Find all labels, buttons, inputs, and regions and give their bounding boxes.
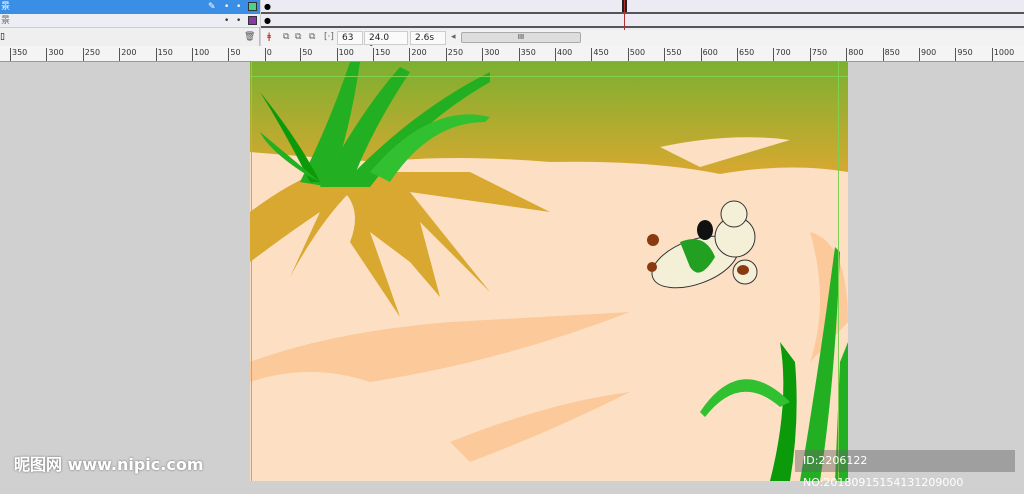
ruler-tick: 500 <box>627 48 645 61</box>
layers-panel: 景 ✎ • • 景 • • ▯ 🗑 <box>0 0 260 46</box>
frame-row-1[interactable]: ● <box>261 0 1024 14</box>
edit-multiple-icon[interactable]: ⧉ <box>309 32 315 42</box>
ruler-tick: 900 <box>919 48 936 61</box>
ruler-tick: 200 <box>119 48 136 61</box>
ruler-tick: 950 <box>955 48 973 61</box>
ruler-tick: 450 <box>591 48 609 61</box>
artwork <box>250 62 848 481</box>
frames-area[interactable]: ● ● <box>261 0 1024 30</box>
ruler-tick: 750 <box>809 48 827 61</box>
playhead-line <box>624 0 625 30</box>
ruler-tick: 550 <box>664 48 681 61</box>
trash-icon[interactable]: 🗑 <box>244 32 255 42</box>
layer-tools: ▯ 🗑 <box>0 30 260 46</box>
outline-color-swatch[interactable] <box>248 2 257 11</box>
layer-row-2[interactable]: 景 • • <box>0 14 260 28</box>
ruler-tick: 700 <box>773 48 791 61</box>
layer-row-1[interactable]: 景 ✎ • • <box>0 0 260 14</box>
layer-name: 景 <box>1 16 11 26</box>
ruler-tick: 300 <box>46 48 64 61</box>
horizontal-scrollbar[interactable]: III <box>461 32 581 43</box>
pencil-icon: ✎ <box>208 2 216 12</box>
ruler-tick: 250 <box>445 48 463 61</box>
ruler-tick: 650 <box>737 48 754 61</box>
lock-dot[interactable]: • <box>236 14 241 28</box>
timeline-controls: ǂ ⧉ ⧉ ⧉ [·] 63 24.0 fps 2.6s ◂ III <box>261 30 1024 55</box>
ruler-tick: 250 <box>82 48 100 61</box>
visibility-dot[interactable]: • <box>224 0 229 14</box>
onion-skin-icon[interactable]: ⧉ <box>283 32 289 42</box>
elapsed-time: 2.6s <box>410 31 446 45</box>
current-frame: 63 <box>337 31 363 45</box>
ruler-tick: 1000 <box>991 48 1014 61</box>
frame-row-2[interactable]: ● <box>261 14 1024 28</box>
visibility-dot[interactable]: • <box>224 14 229 28</box>
outline-color-swatch[interactable] <box>248 16 257 25</box>
layer-name: 景 <box>1 2 11 12</box>
folder-icon[interactable]: ▯ <box>0 32 5 42</box>
onion-outline-icon[interactable]: ⧉ <box>295 32 301 42</box>
ruler-tick: 800 <box>846 48 863 61</box>
ruler-tick: 350 <box>10 48 27 61</box>
frame-rate[interactable]: 24.0 fps <box>364 31 408 55</box>
scroll-left-icon[interactable]: ◂ <box>451 32 456 42</box>
ruler-tick: 100 <box>336 48 354 61</box>
ruler-tick: 850 <box>882 48 900 61</box>
ruler-tick: 200 <box>409 48 427 61</box>
stage-canvas[interactable] <box>250 62 848 481</box>
watermark-logo: 昵图网 www.nipic.com <box>14 455 204 474</box>
center-frame-icon[interactable]: ǂ <box>267 32 271 42</box>
lock-dot[interactable]: • <box>236 0 241 14</box>
watermark-id: ID:2206122 NO:20180915154131209000 <box>795 450 1015 489</box>
modify-markers-icon[interactable]: [·] <box>324 32 334 42</box>
ruler-tick: 50 <box>300 48 312 61</box>
ruler-tick: 150 <box>373 48 390 61</box>
ruler-tick: 600 <box>700 48 718 61</box>
ruler-tick: 150 <box>155 48 173 61</box>
ruler-tick: 100 <box>192 48 209 61</box>
ruler-tick: 0 <box>264 48 272 61</box>
ruler-tick: 350 <box>518 48 536 61</box>
ruler-tick: 50 <box>228 48 241 61</box>
horizontal-ruler: 350 300 250 200 150 100 50 0 50 100 150 200 250 300 35… <box>0 46 1024 62</box>
ruler-tick: 300 <box>482 48 499 61</box>
ruler-tick: 400 <box>555 48 572 61</box>
